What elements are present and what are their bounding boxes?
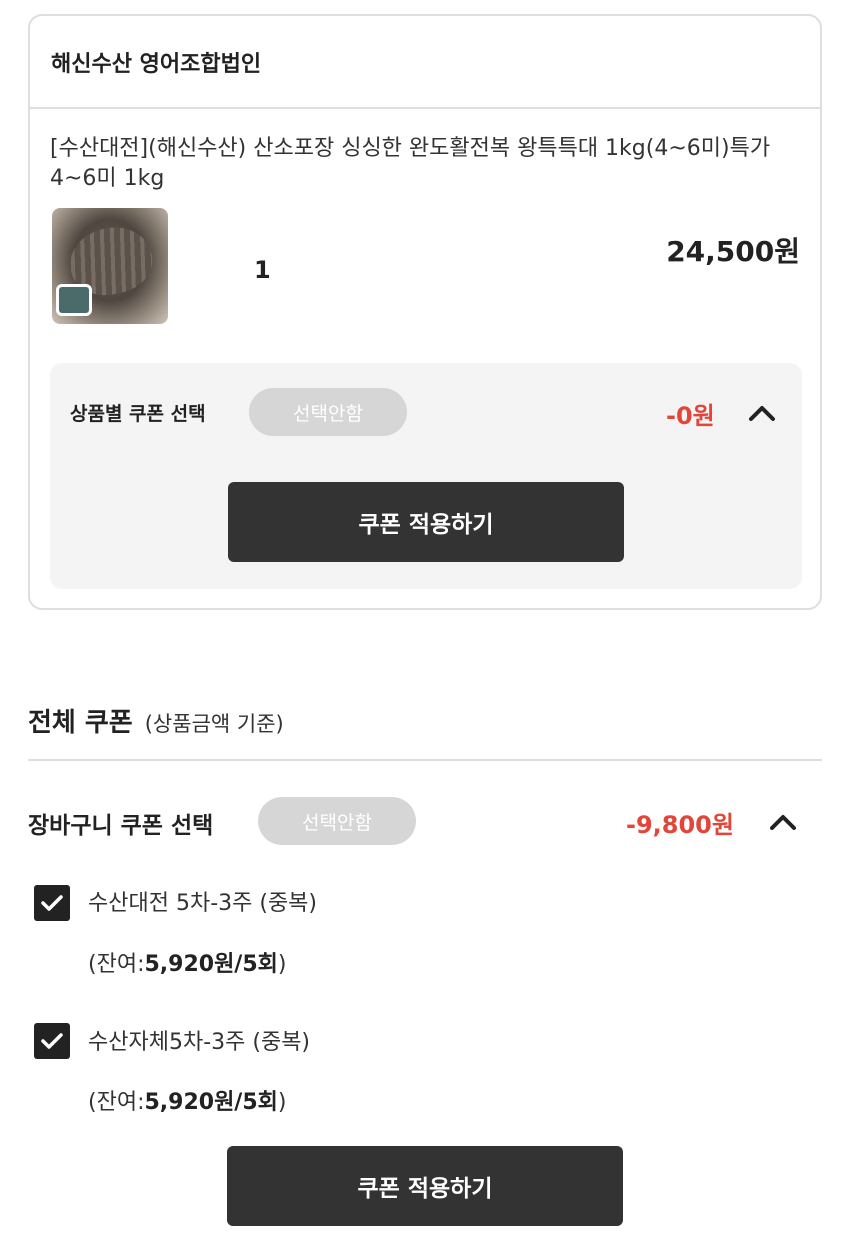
product-coupon-label: 상품별 쿠폰 선택	[70, 403, 206, 425]
cart-coupon-discount: -9,800원	[626, 811, 734, 839]
seller-name: 해신수산 영어조합법인	[51, 51, 262, 77]
product-thumbnail[interactable]	[52, 208, 168, 324]
product-price: 24,500원	[666, 235, 800, 268]
chevron-up-icon[interactable]	[747, 402, 777, 424]
coupon-checkbox[interactable]	[34, 1023, 70, 1059]
coupon-checkbox[interactable]	[34, 885, 70, 921]
seller-card: 해신수산 영어조합법인 [수산대전](해신수산) 산소포장 싱싱한 완도활전복 …	[28, 14, 822, 610]
product-coupon-panel: 상품별 쿠폰 선택 선택안함 -0원 쿠폰 적용하기	[50, 363, 802, 589]
package-badge-image	[56, 284, 92, 316]
coupon-name[interactable]: 수산자체5차-3주 (중복)	[88, 1024, 310, 1056]
cart-coupon-section-title: 전체 쿠폰 (상품금액 기준)	[28, 702, 284, 739]
coupon-remaining: (잔여:5,920원/5회)	[88, 1084, 287, 1116]
checkmark-icon	[41, 1033, 63, 1049]
remain-suffix: )	[277, 1090, 287, 1115]
section-title-sub: (상품금액 기준)	[144, 712, 284, 736]
product-quantity: 1	[254, 256, 271, 284]
cart-coupon-label: 장바구니 쿠폰 선택	[28, 813, 214, 839]
chevron-up-icon[interactable]	[768, 811, 798, 833]
product-coupon-select[interactable]: 선택안함	[249, 388, 407, 436]
product-coupon-discount: -0원	[666, 402, 715, 430]
product-title[interactable]: [수산대전](해신수산) 산소포장 싱싱한 완도활전복 왕특특대 1kg(4~6…	[50, 134, 810, 194]
remain-prefix: (잔여:	[88, 1090, 145, 1115]
cart-coupon-select[interactable]: 선택안함	[258, 797, 416, 845]
remain-value: 5,920원/5회	[144, 1090, 278, 1115]
checkmark-icon	[41, 895, 63, 911]
product-coupon-apply-button[interactable]: 쿠폰 적용하기	[228, 482, 624, 562]
section-title-main: 전체 쿠폰	[28, 708, 133, 738]
remain-value: 5,920원/5회	[144, 952, 278, 977]
coupon-remaining: (잔여:5,920원/5회)	[88, 946, 287, 978]
seller-header: 해신수산 영어조합법인	[30, 16, 820, 109]
coupon-name[interactable]: 수산대전 5차-3주 (중복)	[88, 885, 317, 917]
remain-prefix: (잔여:	[88, 952, 145, 977]
section-divider	[28, 759, 822, 761]
remain-suffix: )	[277, 952, 287, 977]
cart-coupon-apply-button[interactable]: 쿠폰 적용하기	[227, 1146, 623, 1226]
